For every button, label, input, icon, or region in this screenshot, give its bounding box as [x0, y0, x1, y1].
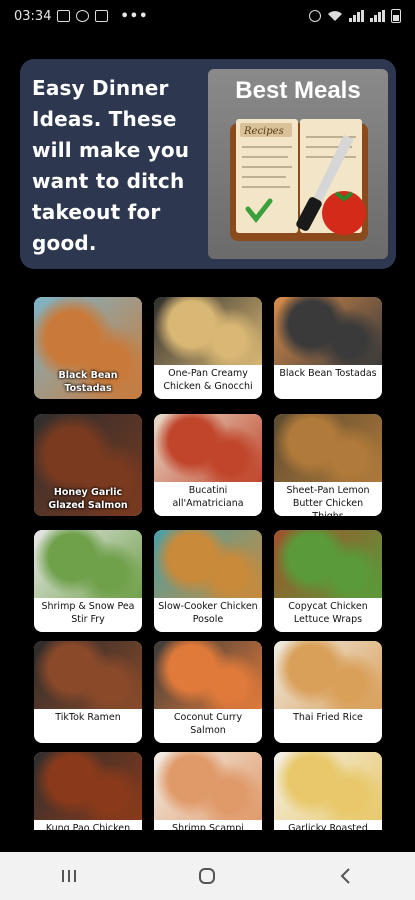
recipe-card[interactable]: Coconut Curry Salmon — [154, 641, 262, 743]
recipe-grid: Black Bean Tostadas One-Pan Creamy Chicke… — [34, 297, 384, 830]
recipe-title: Copycat Chicken Lettuce Wraps — [288, 601, 368, 625]
recipe-card[interactable]: Garlicky Roasted — [274, 752, 382, 830]
image-icon — [95, 10, 109, 22]
signal-icon-2 — [370, 10, 385, 22]
wifi-icon — [328, 11, 342, 21]
recipe-card[interactable]: Copycat Chicken Lettuce Wraps — [274, 530, 382, 632]
recipe-card[interactable]: One-Pan Creamy Chicken & Gnocchi — [154, 297, 262, 399]
recipe-card[interactable]: Black Bean Tostadas — [274, 297, 382, 399]
recipe-title: Sheet-Pan Lemon Butter Chicken Thighs — [286, 485, 370, 516]
battery-icon — [391, 9, 401, 23]
recipe-title: Black Bean Tostadas — [58, 370, 118, 394]
recipe-title: One-Pan Creamy Chicken & Gnocchi — [163, 368, 253, 392]
recipe-image — [274, 414, 382, 482]
recipe-card[interactable]: Kung Pao Chicken — [34, 752, 142, 830]
banner-line: takeout for — [32, 200, 161, 224]
recipe-card[interactable]: Shrimp Scampi — [154, 752, 262, 830]
recipe-image — [154, 641, 262, 709]
banner-artwork: Best Meals Recipes — [208, 69, 388, 259]
recipe-image — [274, 752, 382, 820]
home-icon — [199, 868, 216, 884]
recipe-card[interactable]: TikTok Ramen — [34, 641, 142, 743]
back-icon — [340, 868, 350, 884]
recipe-image — [274, 641, 382, 709]
status-right — [309, 9, 401, 23]
recents-icon — [62, 870, 77, 882]
status-time: 03:34 — [14, 8, 52, 24]
recipe-card[interactable]: Slow-Cooker Chicken Posole — [154, 530, 262, 632]
recipe-title: Thai Fried Rice — [293, 712, 363, 723]
recipe-image — [274, 297, 382, 365]
banner-line: Easy Dinner — [32, 76, 169, 100]
more-notifications-icon: ••• — [120, 8, 149, 24]
banner-line: Ideas. These — [32, 107, 177, 131]
recents-button[interactable] — [39, 856, 99, 896]
recipe-image — [34, 641, 142, 709]
recipe-book-icon: Recipes — [230, 119, 368, 241]
recipe-card[interactable]: Black Bean Tostadas — [34, 297, 142, 399]
recipe-image — [154, 414, 262, 482]
recipe-title: Garlicky Roasted — [288, 823, 368, 830]
recipe-card[interactable]: Sheet-Pan Lemon Butter Chicken Thighs — [274, 414, 382, 516]
recipe-card[interactable]: Honey Garlic Glazed Salmon — [34, 414, 142, 516]
back-button[interactable] — [316, 856, 376, 896]
recipe-card[interactable]: Bucatini all'Amatriciana — [154, 414, 262, 516]
recipe-title: Bucatini all'Amatriciana — [172, 485, 244, 509]
recipe-title: TikTok Ramen — [55, 712, 121, 723]
promo-banner[interactable]: Easy Dinner Ideas. These will make you w… — [20, 59, 396, 269]
recipe-title: Honey Garlic Glazed Salmon — [48, 487, 128, 511]
recipe-title: Black Bean Tostadas — [279, 368, 377, 379]
gallery-icon — [57, 10, 71, 22]
banner-line: will make you — [32, 138, 190, 162]
book-cover-text: Recipes — [243, 126, 284, 137]
recipe-image — [154, 297, 262, 365]
recipe-title: Kung Pao Chicken — [45, 823, 131, 830]
recipe-card[interactable]: Thai Fried Rice — [274, 641, 382, 743]
sync-icon — [76, 10, 90, 22]
recipe-card[interactable]: Shrimp & Snow Pea Stir Fry — [34, 530, 142, 632]
signal-icon — [349, 10, 364, 22]
home-button[interactable] — [177, 856, 237, 896]
system-nav-bar — [0, 852, 415, 900]
banner-text: Easy Dinner Ideas. These will make you w… — [32, 73, 216, 259]
banner-line: good. — [32, 231, 97, 255]
recipe-title: Slow-Cooker Chicken Posole — [158, 601, 258, 625]
status-left: 03:34 ••• — [14, 9, 148, 24]
recipe-image — [34, 530, 142, 598]
recipe-title: Shrimp Scampi — [172, 823, 244, 830]
recipe-title: Coconut Curry Salmon — [173, 712, 243, 736]
recipe-image — [274, 530, 382, 598]
recipe-image — [154, 752, 262, 820]
recipe-image — [34, 752, 142, 820]
recipe-image — [154, 530, 262, 598]
recipe-title: Shrimp & Snow Pea Stir Fry — [41, 601, 135, 625]
status-bar: 03:34 ••• — [0, 0, 415, 32]
banner-line: want to ditch — [32, 169, 185, 193]
banner-art-title: Best Meals — [235, 77, 361, 104]
alarm-icon — [309, 10, 321, 22]
